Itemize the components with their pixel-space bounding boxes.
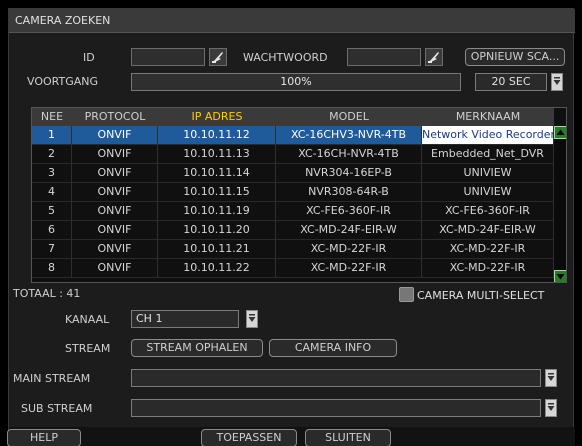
cell-protocol: ONVIF bbox=[72, 259, 158, 277]
cell-protocol: ONVIF bbox=[72, 183, 158, 201]
help-button[interactable]: HELP bbox=[7, 429, 81, 446]
cell-model: XC-MD-22F-IR bbox=[276, 259, 422, 277]
cell-ip: 10.10.11.19 bbox=[158, 202, 276, 220]
table-scrollbar[interactable] bbox=[554, 126, 566, 282]
table-row[interactable]: 4 ONVIF 10.10.11.15 NVR308-64R-B UNIVIEW bbox=[32, 183, 554, 202]
timeout-select[interactable]: 20 SEC bbox=[475, 73, 547, 91]
cell-brand: XC-MD-22F-IR bbox=[422, 240, 554, 258]
total-count: TOTAAL : 41 bbox=[13, 287, 81, 300]
sub-stream-dropdown-icon[interactable] bbox=[545, 399, 557, 417]
cell-no: 8 bbox=[32, 259, 72, 277]
cell-no: 6 bbox=[32, 221, 72, 239]
camera-table: NEE PROTOCOL IP ADRES MODEL MERKNAAM 1 O… bbox=[31, 107, 567, 283]
main-stream-select[interactable] bbox=[131, 369, 541, 387]
stream-label: STREAM bbox=[65, 342, 111, 355]
password-field[interactable] bbox=[347, 48, 421, 66]
channel-dropdown-icon[interactable] bbox=[246, 310, 258, 328]
table-row[interactable]: 6 ONVIF 10.10.11.20 XC-MD-24F-EIR-W XC-M… bbox=[32, 221, 554, 240]
progress-text: 100% bbox=[280, 75, 312, 88]
cell-ip: 10.10.11.20 bbox=[158, 221, 276, 239]
main-stream-dropdown-icon[interactable] bbox=[545, 369, 557, 387]
multi-select-checkbox[interactable] bbox=[399, 287, 414, 302]
id-keyboard-icon[interactable] bbox=[209, 48, 227, 66]
cell-brand: XC-MD-22F-IR bbox=[422, 259, 554, 277]
cell-no: 4 bbox=[32, 183, 72, 201]
cell-ip: 10.10.11.13 bbox=[158, 145, 276, 163]
cell-no: 5 bbox=[32, 202, 72, 220]
id-label: ID bbox=[83, 51, 95, 64]
cell-model: NVR304-16EP-B bbox=[276, 164, 422, 182]
cell-brand: XC-MD-24F-EIR-W bbox=[422, 221, 554, 239]
header-brand[interactable]: MERKNAAM bbox=[422, 108, 554, 126]
cell-ip: 10.10.11.15 bbox=[158, 183, 276, 201]
table-row[interactable]: 2 ONVIF 10.10.11.13 XC-16CH-NVR-4TB Embe… bbox=[32, 145, 554, 164]
password-keyboard-icon[interactable] bbox=[425, 48, 443, 66]
table-row[interactable]: 8 ONVIF 10.10.11.22 XC-MD-22F-IR XC-MD-2… bbox=[32, 259, 554, 278]
table-header: NEE PROTOCOL IP ADRES MODEL MERKNAAM bbox=[32, 108, 554, 126]
cell-ip: 10.10.11.22 bbox=[158, 259, 276, 277]
main-stream-label: MAIN STREAM bbox=[13, 372, 91, 385]
dialog-title: CAMERA ZOEKEN bbox=[15, 14, 111, 27]
cell-brand: Embedded_Net_DVR bbox=[422, 145, 554, 163]
cell-no: 3 bbox=[32, 164, 72, 182]
cell-no: 2 bbox=[32, 145, 72, 163]
header-no[interactable]: NEE bbox=[32, 108, 72, 126]
multi-select-label: CAMERA MULTI-SELECT bbox=[417, 289, 545, 302]
camera-search-dialog: CAMERA ZOEKEN ID WACHTWOORD OPNIEUW SCA.… bbox=[7, 8, 575, 446]
rescan-button[interactable]: OPNIEUW SCA... bbox=[465, 48, 565, 66]
cell-ip: 10.10.11.21 bbox=[158, 240, 276, 258]
header-protocol[interactable]: PROTOCOL bbox=[72, 108, 158, 126]
progress-bar: 100% bbox=[131, 73, 461, 91]
cell-ip: 10.10.11.12 bbox=[158, 126, 276, 144]
scroll-up-icon[interactable] bbox=[554, 126, 566, 139]
cell-protocol: ONVIF bbox=[72, 240, 158, 258]
cell-protocol: ONVIF bbox=[72, 202, 158, 220]
cell-no: 7 bbox=[32, 240, 72, 258]
header-ip-address[interactable]: IP ADRES bbox=[158, 108, 276, 126]
cell-model: XC-16CHV3-NVR-4TB bbox=[276, 126, 422, 144]
sub-stream-select[interactable] bbox=[131, 399, 541, 417]
sub-stream-label: SUB STREAM bbox=[21, 402, 93, 415]
table-row[interactable]: 3 ONVIF 10.10.11.14 NVR304-16EP-B UNIVIE… bbox=[32, 164, 554, 183]
apply-button[interactable]: TOEPASSEN bbox=[201, 429, 297, 446]
cell-ip: 10.10.11.14 bbox=[158, 164, 276, 182]
table-body: 1 ONVIF 10.10.11.12 XC-16CHV3-NVR-4TB Ne… bbox=[32, 126, 554, 278]
cell-no: 1 bbox=[32, 126, 72, 144]
timeout-dropdown-icon[interactable] bbox=[551, 73, 563, 91]
cell-brand: Network Video Recorder bbox=[422, 126, 554, 144]
table-row[interactable]: 1 ONVIF 10.10.11.12 XC-16CHV3-NVR-4TB Ne… bbox=[32, 126, 554, 145]
table-row[interactable]: 5 ONVIF 10.10.11.19 XC-FE6-360F-IR XC-FE… bbox=[32, 202, 554, 221]
fetch-stream-button[interactable]: STREAM OPHALEN bbox=[131, 339, 263, 357]
id-field[interactable] bbox=[131, 48, 205, 66]
cell-model: XC-16CH-NVR-4TB bbox=[276, 145, 422, 163]
channel-select[interactable]: CH 1 bbox=[131, 310, 239, 328]
cell-model: NVR308-64R-B bbox=[276, 183, 422, 201]
table-row[interactable]: 7 ONVIF 10.10.11.21 XC-MD-22F-IR XC-MD-2… bbox=[32, 240, 554, 259]
cell-brand: UNIVIEW bbox=[422, 164, 554, 182]
channel-label: KANAAL bbox=[65, 313, 110, 326]
header-model[interactable]: MODEL bbox=[276, 108, 422, 126]
cell-brand: UNIVIEW bbox=[422, 183, 554, 201]
cell-protocol: ONVIF bbox=[72, 145, 158, 163]
scroll-down-icon[interactable] bbox=[554, 270, 566, 282]
progress-label: VOORTGANG bbox=[27, 75, 99, 88]
cell-protocol: ONVIF bbox=[72, 164, 158, 182]
camera-info-button[interactable]: CAMERA INFO bbox=[269, 339, 397, 357]
cell-model: XC-MD-22F-IR bbox=[276, 240, 422, 258]
cell-model: XC-FE6-360F-IR bbox=[276, 202, 422, 220]
dialog-title-bar: CAMERA ZOEKEN bbox=[9, 9, 575, 33]
cell-model: XC-MD-24F-EIR-W bbox=[276, 221, 422, 239]
password-label: WACHTWOORD bbox=[243, 51, 328, 64]
cell-protocol: ONVIF bbox=[72, 126, 158, 144]
cell-brand: XC-FE6-360F-IR bbox=[422, 202, 554, 220]
cell-protocol: ONVIF bbox=[72, 221, 158, 239]
close-button[interactable]: SLUITEN bbox=[305, 429, 391, 446]
